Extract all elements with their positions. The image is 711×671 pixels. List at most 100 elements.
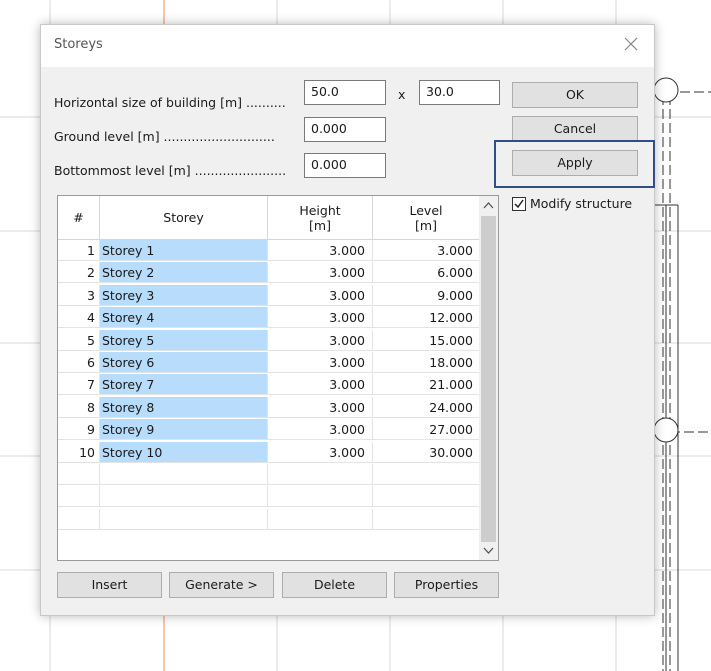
- level-cell[interactable]: 30.000: [373, 441, 480, 463]
- horizontal-size-label: Horizontal size of building [m] ........…: [54, 95, 286, 110]
- ground-level-input[interactable]: 0.000: [304, 117, 386, 142]
- level-cell[interactable]: 9.000: [373, 284, 480, 306]
- storey-name-cell[interactable]: Storey 9: [100, 419, 268, 441]
- storey-name-cell[interactable]: Storey 5: [100, 329, 268, 351]
- generate-button[interactable]: Generate >: [169, 572, 274, 598]
- height-cell[interactable]: 3.000: [268, 284, 373, 306]
- height-cell[interactable]: 3.000: [268, 307, 373, 329]
- height-cell[interactable]: 3.000: [268, 396, 373, 418]
- delete-button[interactable]: Delete: [282, 572, 387, 598]
- table-row[interactable]: 1 Storey 1 3.000 3.000: [58, 240, 480, 261]
- row-number-cell[interactable]: 9: [58, 419, 100, 441]
- storey-name-cell[interactable]: Storey 10: [100, 441, 268, 463]
- height-cell[interactable]: 3.000: [268, 441, 373, 463]
- table-row[interactable]: 7 Storey 7 3.000 21.000: [58, 374, 480, 396]
- row-number-cell[interactable]: 2: [58, 262, 100, 284]
- bottommost-level-input[interactable]: 0.000: [304, 153, 386, 178]
- height-cell[interactable]: 3.000: [268, 374, 373, 396]
- height-cell[interactable]: 3.000: [268, 329, 373, 351]
- level-cell[interactable]: 12.000: [373, 307, 480, 329]
- row-number-cell[interactable]: 3: [58, 284, 100, 306]
- dialog-title: Storeys: [54, 37, 103, 52]
- table-row[interactable]: 6 Storey 6 3.000 18.000: [58, 352, 480, 373]
- level-cell[interactable]: 21.000: [373, 374, 480, 396]
- table-row-empty[interactable]: [58, 486, 480, 508]
- height-cell[interactable]: 3.000: [268, 352, 373, 373]
- level-cell[interactable]: 27.000: [373, 419, 480, 441]
- dialog-titlebar: Storeys: [41, 25, 654, 67]
- storey-name-cell[interactable]: [100, 464, 268, 485]
- row-number-cell[interactable]: [58, 508, 100, 530]
- row-number-cell[interactable]: [58, 486, 100, 508]
- table-scrollbar[interactable]: [479, 196, 498, 560]
- height-cell[interactable]: [268, 464, 373, 485]
- height-cell[interactable]: 3.000: [268, 240, 373, 261]
- header-level-unit: [m]: [415, 218, 437, 233]
- height-cell[interactable]: [268, 486, 373, 508]
- table-row-empty[interactable]: [58, 464, 480, 485]
- row-number-cell[interactable]: 5: [58, 329, 100, 351]
- level-cell[interactable]: 3.000: [373, 240, 480, 261]
- level-cell[interactable]: 6.000: [373, 262, 480, 284]
- properties-button[interactable]: Properties: [394, 572, 499, 598]
- table-row[interactable]: 8 Storey 8 3.000 24.000: [58, 396, 480, 418]
- scroll-up-icon[interactable]: [479, 196, 498, 216]
- table-row[interactable]: 4 Storey 4 3.000 12.000: [58, 307, 480, 329]
- height-cell[interactable]: 3.000: [268, 262, 373, 284]
- horizontal-size-x-input[interactable]: 50.0: [304, 80, 386, 105]
- table-row[interactable]: 10 Storey 10 3.000 30.000: [58, 441, 480, 463]
- level-cell[interactable]: [373, 464, 480, 485]
- row-number-cell[interactable]: [58, 464, 100, 485]
- table-row[interactable]: 9 Storey 9 3.000 27.000: [58, 419, 480, 441]
- storeys-table: # Storey Height [m] Level [m] 1 Storey 13…: [57, 195, 499, 561]
- storey-name-cell[interactable]: Storey 8: [100, 396, 268, 418]
- storeys-dialog: Storeys Horizontal size of building [m] …: [40, 24, 655, 616]
- row-number-cell[interactable]: 1: [58, 240, 100, 261]
- table-row[interactable]: 3 Storey 3 3.000 9.000: [58, 284, 480, 306]
- storey-name-cell[interactable]: Storey 2: [100, 262, 268, 284]
- level-cell[interactable]: 24.000: [373, 396, 480, 418]
- table-row-empty[interactable]: [58, 508, 480, 530]
- header-height-unit: [m]: [309, 218, 331, 233]
- storey-name-cell[interactable]: Storey 6: [100, 352, 268, 373]
- storey-name-cell[interactable]: Storey 7: [100, 374, 268, 396]
- row-number-cell[interactable]: 6: [58, 352, 100, 373]
- scrollbar-thumb[interactable]: [481, 216, 496, 542]
- storey-name-cell[interactable]: Storey 1: [100, 240, 268, 261]
- close-icon[interactable]: [620, 33, 642, 55]
- table-row[interactable]: 5 Storey 5 3.000 15.000: [58, 329, 480, 351]
- storey-name-cell[interactable]: [100, 486, 268, 508]
- header-number[interactable]: #: [58, 196, 100, 240]
- table-row[interactable]: 2 Storey 2 3.000 6.000: [58, 262, 480, 284]
- row-number-cell[interactable]: 4: [58, 307, 100, 329]
- modify-structure-label: Modify structure: [530, 196, 633, 211]
- ok-button[interactable]: OK: [512, 82, 638, 108]
- level-cell[interactable]: 15.000: [373, 329, 480, 351]
- level-cell[interactable]: 18.000: [373, 352, 480, 373]
- storey-name-cell[interactable]: [100, 508, 268, 530]
- level-cell[interactable]: [373, 508, 480, 530]
- horizontal-size-y-input[interactable]: 30.0: [419, 80, 500, 105]
- scroll-down-icon[interactable]: [479, 542, 498, 560]
- ground-level-label: Ground level [m] .......................…: [54, 129, 275, 144]
- apply-button[interactable]: Apply: [512, 150, 638, 176]
- storey-name-cell[interactable]: Storey 3: [100, 284, 268, 306]
- storey-name-cell[interactable]: Storey 4: [100, 307, 268, 329]
- header-level[interactable]: Level [m]: [373, 196, 480, 240]
- header-level-label: Level: [409, 203, 443, 218]
- dimension-separator: x: [398, 87, 406, 102]
- bottommost-level-label: Bottommost level [m] ...................…: [54, 163, 287, 178]
- cancel-button[interactable]: Cancel: [512, 116, 638, 142]
- checkmark-icon: [514, 199, 524, 209]
- insert-button[interactable]: Insert: [57, 572, 162, 598]
- row-number-cell[interactable]: 10: [58, 441, 100, 463]
- header-height-label: Height: [299, 203, 341, 218]
- height-cell[interactable]: [268, 508, 373, 530]
- row-number-cell[interactable]: 7: [58, 374, 100, 396]
- header-height[interactable]: Height [m]: [268, 196, 373, 240]
- row-number-cell[interactable]: 8: [58, 396, 100, 418]
- height-cell[interactable]: 3.000: [268, 419, 373, 441]
- header-storey[interactable]: Storey: [100, 196, 268, 240]
- modify-structure-checkbox[interactable]: [512, 197, 526, 211]
- level-cell[interactable]: [373, 486, 480, 508]
